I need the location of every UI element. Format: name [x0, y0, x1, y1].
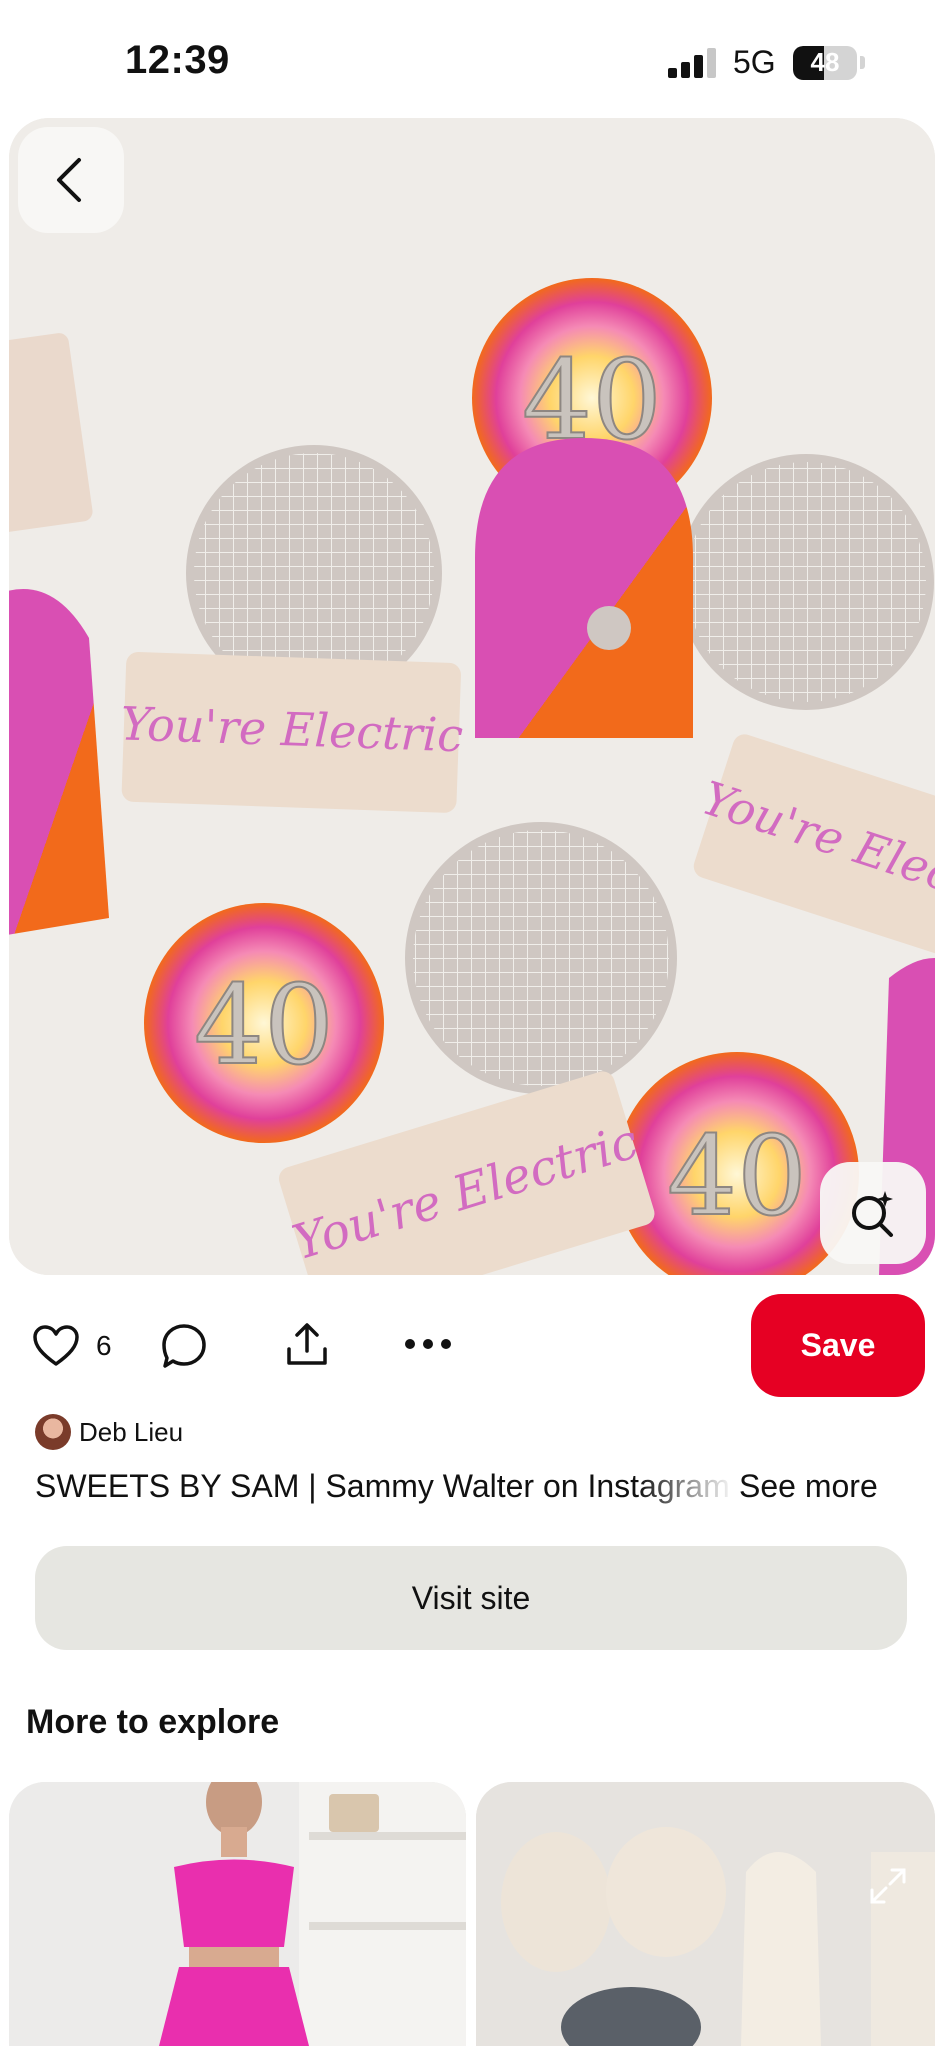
explore-image-1: [9, 1782, 466, 2046]
visual-search-icon: [852, 1191, 893, 1237]
explore-pin-2[interactable]: [476, 1782, 935, 2046]
share-icon: [287, 1323, 327, 1365]
comment-button[interactable]: [158, 1320, 210, 1372]
battery-nub: [860, 56, 865, 69]
svg-text:40: 40: [194, 961, 334, 1089]
share-button[interactable]: [280, 1318, 334, 1372]
chevron-left-icon: [57, 158, 81, 202]
back-button[interactable]: [18, 127, 124, 233]
pin-image[interactable]: 40 40 40 You're Electric You're Electric…: [9, 118, 935, 1275]
like-button[interactable]: [30, 1320, 82, 1372]
status-time: 12:39: [125, 38, 230, 82]
more-icon: [405, 1339, 451, 1349]
save-button[interactable]: Save: [751, 1294, 925, 1397]
cookies-illustration: 40 40 40 You're Electric You're Electric…: [9, 118, 935, 1275]
forty-cookie-2: 40: [144, 903, 384, 1143]
disco-cookie-3: [405, 822, 677, 1094]
battery-icon: 48: [793, 46, 857, 80]
avatar: [35, 1414, 71, 1450]
see-more-link[interactable]: See more: [739, 1468, 878, 1505]
battery-level: 48: [810, 47, 840, 77]
description-row: SWEETS BY SAM | Sammy Walter on Instagra…: [35, 1468, 915, 1512]
explore-pin-1[interactable]: [9, 1782, 466, 2046]
like-count: 6: [96, 1330, 112, 1361]
arch-cookie: [475, 438, 693, 738]
more-options-button[interactable]: [402, 1328, 454, 1360]
cellular-signal-icon: [668, 48, 718, 78]
visual-search-button[interactable]: [820, 1162, 926, 1264]
expand-icon[interactable]: [868, 1866, 908, 1906]
electric-cookie-1: You're Electric: [120, 651, 464, 813]
visit-site-button[interactable]: Visit site: [35, 1546, 907, 1650]
comment-icon: [162, 1324, 206, 1368]
more-to-explore-heading: More to explore: [26, 1703, 280, 1741]
author-link[interactable]: Deb Lieu: [35, 1413, 183, 1451]
status-bar: 12:39 5G 48: [0, 0, 944, 118]
svg-text:40: 40: [667, 1112, 807, 1240]
disco-cookie-2: [678, 454, 934, 710]
author-name: Deb Lieu: [79, 1416, 184, 1447]
heart-icon: [33, 1325, 79, 1366]
pin-description: SWEETS BY SAM | Sammy Walter on Instagra…: [35, 1468, 730, 1504]
explore-image-2: [476, 1782, 935, 2046]
network-type: 5G: [733, 44, 776, 80]
